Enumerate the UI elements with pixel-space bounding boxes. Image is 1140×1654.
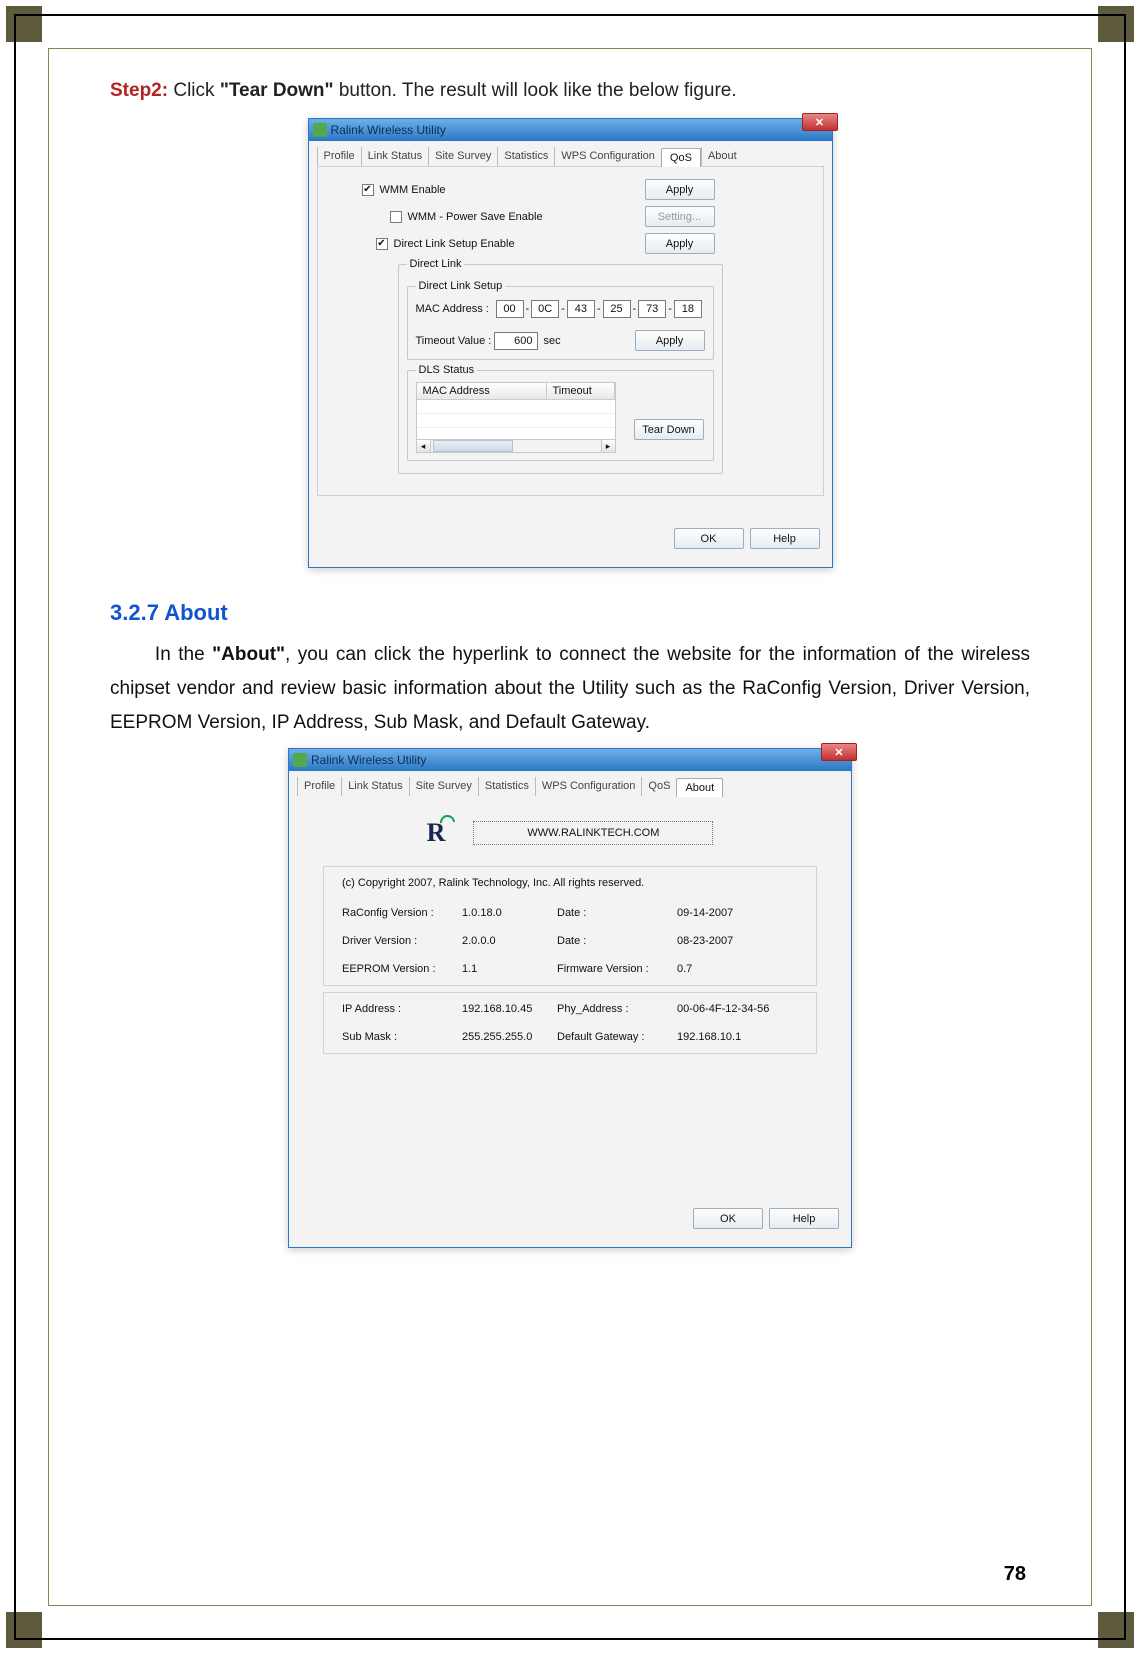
section-header: 3.2.7 About bbox=[110, 600, 1030, 626]
tab-wps-configuration[interactable]: WPS Configuration bbox=[535, 777, 642, 796]
label-raconfig-version: RaConfig Version : bbox=[342, 907, 462, 919]
apply-button-dls-setup[interactable]: Apply bbox=[635, 330, 705, 351]
label-timeout: Timeout Value : bbox=[416, 335, 494, 347]
dls-col-mac[interactable]: MAC Address bbox=[417, 383, 547, 399]
label-dls-enable: Direct Link Setup Enable bbox=[394, 238, 515, 250]
value-default-gateway: 192.168.10.1 bbox=[677, 1031, 797, 1043]
label-phy-address: Phy_Address : bbox=[557, 1003, 677, 1015]
app-icon bbox=[313, 123, 327, 137]
tab-statistics[interactable]: Statistics bbox=[478, 777, 535, 796]
label-copyright: (c) Copyright 2007, Ralink Technology, I… bbox=[342, 877, 798, 889]
close-button[interactable]: ✕ bbox=[821, 743, 857, 761]
mac-field-3[interactable]: 43 bbox=[567, 300, 595, 318]
tab-body: ✔ WMM Enable Apply WMM - Power Save Enab… bbox=[317, 166, 824, 496]
tab-statistics[interactable]: Statistics bbox=[497, 147, 554, 166]
scroll-right-icon[interactable]: ▸ bbox=[601, 440, 615, 452]
timeout-field[interactable]: 600 bbox=[494, 332, 538, 350]
label-eeprom-version: EEPROM Version : bbox=[342, 963, 462, 975]
tab-about[interactable]: About bbox=[701, 147, 743, 166]
tab-about[interactable]: About bbox=[676, 778, 723, 797]
window-title: Ralink Wireless Utility bbox=[311, 753, 426, 767]
label-sub-mask: Sub Mask : bbox=[342, 1031, 462, 1043]
label-driver-version: Driver Version : bbox=[342, 935, 462, 947]
tab-link-status[interactable]: Link Status bbox=[341, 777, 408, 796]
tab-body: R WWW.RALINKTECH.COM (c) Copyright 2007,… bbox=[297, 796, 843, 1176]
close-button[interactable]: ✕ bbox=[802, 113, 838, 131]
tab-strip: Profile Link Status Site Survey Statisti… bbox=[289, 771, 851, 796]
dialog-qos: Ralink Wireless Utility ✕ Profile Link S… bbox=[308, 118, 833, 568]
mac-field-6[interactable]: 18 bbox=[674, 300, 702, 318]
value-sub-mask: 255.255.255.0 bbox=[462, 1031, 557, 1043]
dialog-about: Ralink Wireless Utility ✕ Profile Link S… bbox=[288, 748, 852, 1248]
setting-button[interactable]: Setting... bbox=[645, 206, 715, 227]
page-number: 78 bbox=[1004, 1563, 1026, 1586]
apply-button-dls-enable[interactable]: Apply bbox=[645, 233, 715, 254]
apply-button[interactable]: Apply bbox=[645, 179, 715, 200]
value-firmware-version: 0.7 bbox=[677, 963, 797, 975]
mac-field-4[interactable]: 25 bbox=[603, 300, 631, 318]
mac-field-1[interactable]: 00 bbox=[496, 300, 524, 318]
ok-button[interactable]: OK bbox=[674, 528, 744, 549]
dls-col-timeout[interactable]: Timeout bbox=[547, 383, 615, 399]
label-default-gateway: Default Gateway : bbox=[557, 1031, 677, 1043]
about-paragraph: In the "About", you can click the hyperl… bbox=[110, 638, 1030, 740]
dls-status-table[interactable]: MAC Address Timeout ◂ bbox=[416, 382, 616, 452]
tab-strip: Profile Link Status Site Survey Statisti… bbox=[309, 141, 832, 166]
mac-field-2[interactable]: 0C bbox=[531, 300, 559, 318]
label-firmware-version: Firmware Version : bbox=[557, 963, 677, 975]
titlebar[interactable]: Ralink Wireless Utility ✕ bbox=[289, 749, 851, 771]
tab-site-survey[interactable]: Site Survey bbox=[428, 147, 497, 166]
label-raconfig-date: Date : bbox=[557, 907, 677, 919]
group-direct-link-setup: Direct Link Setup bbox=[416, 280, 506, 292]
group-dls-status: DLS Status bbox=[416, 364, 478, 376]
checkbox-dls-enable[interactable]: ✔ bbox=[376, 238, 388, 250]
label-wmm-power-save: WMM - Power Save Enable bbox=[408, 211, 543, 223]
value-driver-version: 2.0.0.0 bbox=[462, 935, 557, 947]
step2-bold: "Tear Down" bbox=[220, 80, 334, 101]
group-direct-link: Direct Link bbox=[407, 258, 465, 270]
value-eeprom-version: 1.1 bbox=[462, 963, 557, 975]
about-box-copyright: (c) Copyright 2007, Ralink Technology, I… bbox=[323, 866, 817, 986]
tab-site-survey[interactable]: Site Survey bbox=[409, 777, 478, 796]
value-driver-date: 08-23-2007 bbox=[677, 935, 797, 947]
window-title: Ralink Wireless Utility bbox=[331, 123, 446, 137]
label-driver-date: Date : bbox=[557, 935, 677, 947]
ralink-logo-icon: R bbox=[427, 818, 446, 848]
mac-field-5[interactable]: 73 bbox=[638, 300, 666, 318]
checkbox-wmm-power-save[interactable] bbox=[390, 211, 402, 223]
tab-profile[interactable]: Profile bbox=[317, 147, 361, 166]
step2-label: Step2: bbox=[110, 80, 168, 101]
scroll-thumb[interactable] bbox=[433, 440, 513, 452]
close-icon: ✕ bbox=[815, 116, 824, 129]
ok-button[interactable]: OK bbox=[693, 1208, 763, 1229]
close-icon: ✕ bbox=[834, 746, 843, 759]
label-wmm-enable: WMM Enable bbox=[380, 184, 446, 196]
table-row bbox=[417, 414, 615, 428]
label-mac-address: MAC Address : bbox=[416, 303, 494, 315]
table-row bbox=[417, 400, 615, 414]
tab-profile[interactable]: Profile bbox=[297, 777, 341, 796]
label-sec: sec bbox=[544, 335, 561, 347]
tab-wps-configuration[interactable]: WPS Configuration bbox=[554, 147, 661, 166]
titlebar[interactable]: Ralink Wireless Utility ✕ bbox=[309, 119, 832, 141]
tab-qos[interactable]: QoS bbox=[661, 148, 701, 167]
help-button[interactable]: Help bbox=[750, 528, 820, 549]
value-raconfig-date: 09-14-2007 bbox=[677, 907, 797, 919]
tab-link-status[interactable]: Link Status bbox=[361, 147, 428, 166]
tear-down-button[interactable]: Tear Down bbox=[634, 419, 704, 440]
scroll-left-icon[interactable]: ◂ bbox=[417, 440, 431, 452]
about-box-network: IP Address : 192.168.10.45 Phy_Address :… bbox=[323, 992, 817, 1054]
help-button[interactable]: Help bbox=[769, 1208, 839, 1229]
scrollbar-horizontal[interactable]: ◂ ▸ bbox=[416, 439, 616, 453]
website-hyperlink[interactable]: WWW.RALINKTECH.COM bbox=[473, 821, 713, 845]
tab-qos[interactable]: QoS bbox=[641, 777, 676, 796]
step2-caption: Step2: Click "Tear Down" button. The res… bbox=[110, 80, 1030, 102]
value-phy-address: 00-06-4F-12-34-56 bbox=[677, 1003, 797, 1015]
value-raconfig-version: 1.0.18.0 bbox=[462, 907, 557, 919]
label-ip-address: IP Address : bbox=[342, 1003, 462, 1015]
checkbox-wmm-enable[interactable]: ✔ bbox=[362, 184, 374, 196]
app-icon bbox=[293, 753, 307, 767]
value-ip-address: 192.168.10.45 bbox=[462, 1003, 557, 1015]
